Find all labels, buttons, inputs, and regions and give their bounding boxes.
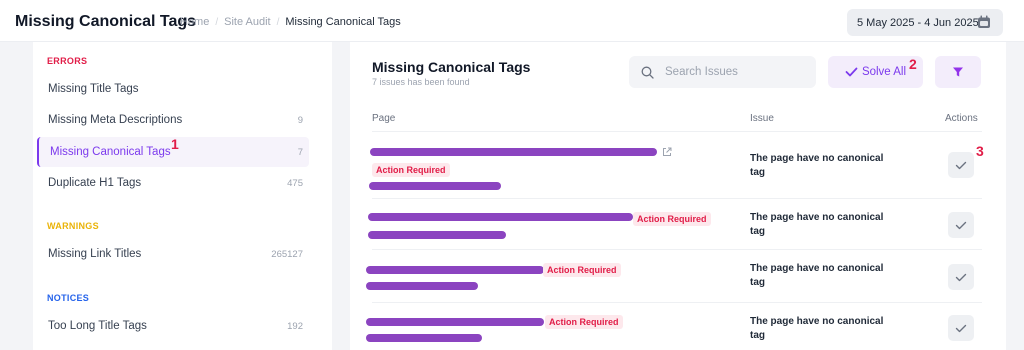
redacted-url — [366, 334, 482, 342]
date-range-text: 5 May 2025 - 4 Jun 2025 — [857, 16, 979, 29]
redacted-url — [366, 318, 544, 326]
external-link-icon[interactable] — [662, 147, 672, 157]
redacted-url — [368, 213, 633, 221]
check-icon — [955, 221, 967, 229]
sidebar-item-label: Missing Title Tags — [48, 83, 139, 95]
column-header-page: Page — [372, 113, 396, 124]
filter-button[interactable] — [935, 56, 981, 88]
column-header-issue: Issue — [750, 113, 774, 124]
search-box[interactable] — [629, 56, 816, 88]
table-row: Action Required The page have no canonic… — [350, 199, 1006, 249]
table-row: Action Required The page have no canonic… — [350, 303, 1006, 350]
section-label-errors: ERRORS — [47, 56, 88, 66]
mark-solved-button[interactable] — [948, 315, 974, 341]
issue-text: The page have no canonical tag — [750, 316, 884, 341]
sidebar-item-label: Duplicate H1 Tags — [48, 177, 142, 189]
section-label-warnings: WARNINGS — [47, 221, 99, 231]
breadcrumb-separator: / — [276, 16, 280, 28]
breadcrumb-current: Missing Canonical Tags — [285, 16, 401, 28]
sidebar-item-missing-link-titles[interactable]: Missing Link Titles 265127 — [37, 239, 309, 269]
issues-count-text: 7 issues has been found — [372, 77, 470, 87]
redacted-url — [369, 182, 501, 190]
sidebar-item-too-long-title-tags[interactable]: Too Long Title Tags 192 — [37, 311, 309, 341]
issue-text: The page have no canonical tag — [750, 263, 884, 288]
issues-sidebar: ERRORS Missing Title Tags Missing Meta D… — [33, 42, 332, 350]
table-row: Action Required The page have no canonic… — [350, 132, 1006, 198]
sidebar-item-label: Missing Link Titles — [48, 248, 142, 260]
mark-solved-button[interactable] — [948, 212, 974, 238]
filter-icon — [953, 67, 963, 77]
check-icon — [845, 67, 858, 77]
action-required-badge: Action Required — [545, 315, 623, 329]
sidebar-item-count: 475 — [287, 177, 303, 189]
table-row: Action Required The page have no canonic… — [350, 250, 1006, 302]
section-label-notices: NOTICES — [47, 293, 90, 303]
sidebar-item-count: 9 — [297, 114, 303, 126]
sidebar-item-missing-meta-descriptions[interactable]: Missing Meta Descriptions 9 — [37, 105, 309, 135]
action-required-badge: Action Required — [372, 163, 450, 177]
sidebar-item-count: 7 — [297, 146, 303, 158]
redacted-url — [368, 231, 506, 239]
annotation-marker-1: 1 — [171, 136, 179, 152]
sidebar-item-label: Too Long Title Tags — [48, 320, 147, 332]
sidebar-item-label: Missing Meta Descriptions — [48, 114, 183, 126]
solve-all-label: Solve All — [861, 66, 907, 78]
sidebar-item-label: Missing Canonical Tags — [50, 146, 171, 158]
panel-title: Missing Canonical Tags — [372, 59, 531, 75]
sidebar-item-missing-title-tags[interactable]: Missing Title Tags — [37, 74, 309, 104]
issue-text: The page have no canonical tag — [750, 153, 884, 178]
breadcrumb-site-audit[interactable]: Site Audit — [224, 16, 270, 28]
check-icon — [955, 324, 967, 332]
breadcrumb-home[interactable]: Home — [180, 16, 209, 28]
mark-solved-button[interactable] — [948, 152, 974, 178]
sidebar-item-duplicate-h1-tags[interactable]: Duplicate H1 Tags 475 — [37, 168, 309, 198]
date-range-picker[interactable]: 5 May 2025 - 4 Jun 2025 — [847, 9, 1003, 36]
annotation-marker-2: 2 — [909, 56, 917, 72]
check-icon — [955, 273, 967, 281]
redacted-url — [366, 282, 478, 290]
column-header-actions: Actions — [945, 113, 978, 124]
mark-solved-button[interactable] — [948, 264, 974, 290]
page-title: Missing Canonical Tags — [15, 13, 197, 30]
issues-panel: Missing Canonical Tags 7 issues has been… — [350, 42, 1006, 350]
sidebar-item-count: 192 — [287, 320, 303, 332]
redacted-url — [370, 148, 657, 156]
search-icon — [641, 66, 654, 79]
action-required-badge: Action Required — [633, 212, 711, 226]
check-icon — [955, 161, 967, 169]
redacted-url — [366, 266, 544, 274]
search-input[interactable] — [665, 66, 805, 78]
action-required-badge: Action Required — [543, 263, 621, 277]
calendar-icon — [978, 15, 990, 28]
breadcrumb: Home / Site Audit / Missing Canonical Ta… — [180, 16, 401, 28]
issue-text: The page have no canonical tag — [750, 212, 884, 237]
breadcrumb-separator: / — [215, 16, 219, 28]
top-header: Missing Canonical Tags Home / Site Audit… — [0, 0, 1024, 42]
sidebar-item-count: 265127 — [271, 248, 303, 260]
